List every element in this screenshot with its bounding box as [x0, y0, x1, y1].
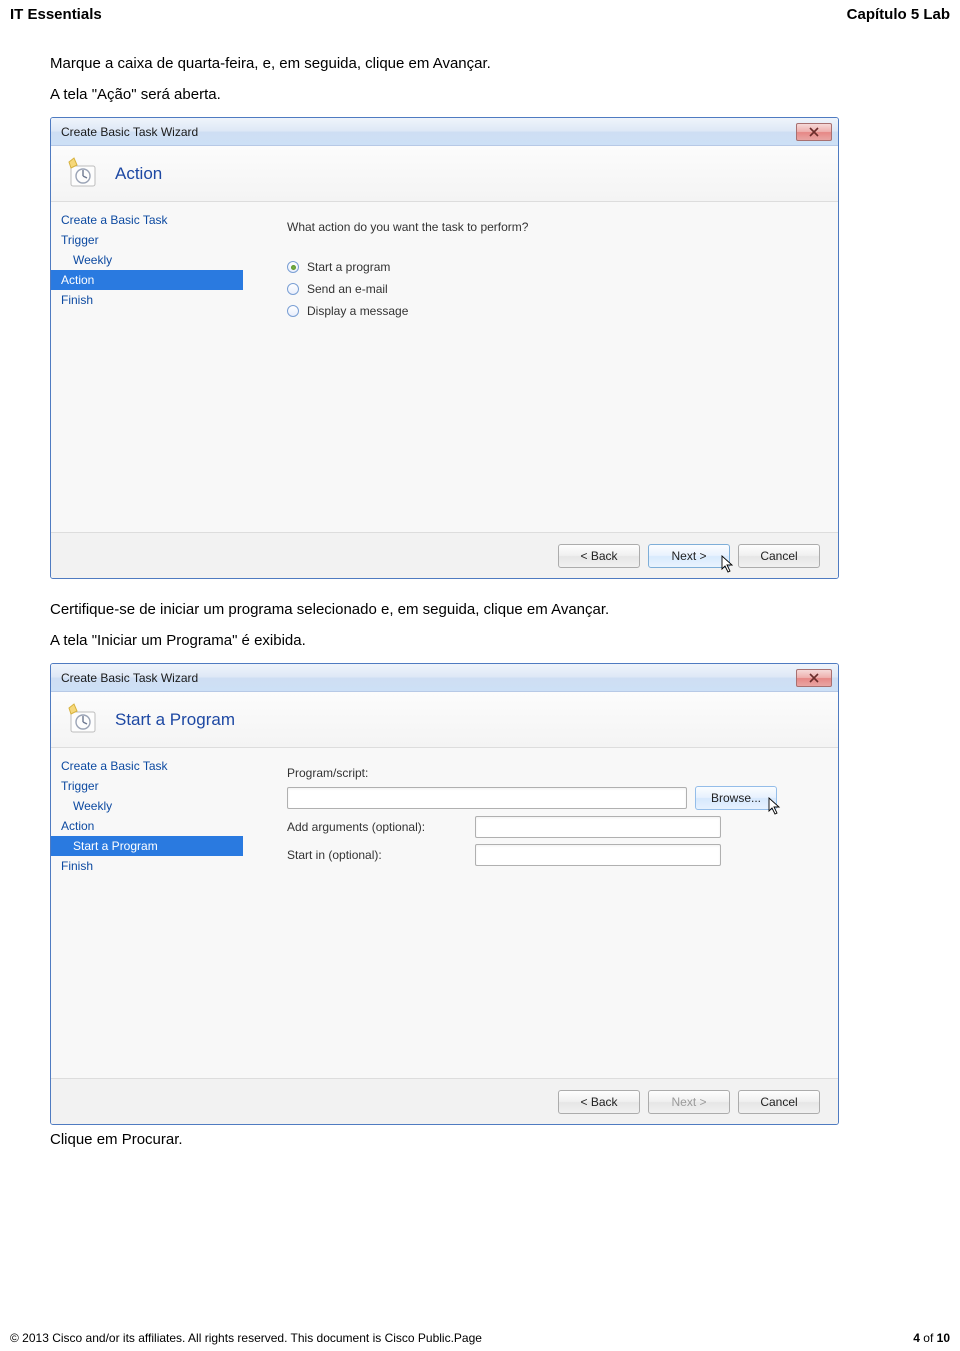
nav-weekly[interactable]: Weekly [51, 250, 243, 270]
wizard-nav: Create a Basic Task Trigger Weekly Actio… [51, 748, 243, 1078]
nav-weekly[interactable]: Weekly [51, 796, 243, 816]
radio-label: Start a program [307, 260, 390, 274]
wizard-button-row: < Back Next > Cancel [51, 532, 838, 578]
instruction-text: Marque a caixa de quarta-feira, e, em se… [50, 55, 910, 72]
nav-create-basic-task[interactable]: Create a Basic Task [51, 756, 243, 776]
wizard-nav: Create a Basic Task Trigger Weekly Actio… [51, 202, 243, 532]
cancel-button[interactable]: Cancel [738, 1090, 820, 1114]
instruction-text: A tela "Iniciar um Programa" é exibida. [50, 632, 910, 649]
wizard-step-title: Start a Program [115, 710, 235, 730]
create-basic-task-wizard-window: Create Basic Task Wizard Start a [50, 663, 839, 1125]
page-of: of [920, 1331, 937, 1345]
cursor-icon [768, 797, 782, 815]
window-title: Create Basic Task Wizard [61, 671, 198, 685]
browse-button-label: Browse... [711, 791, 761, 805]
nav-finish[interactable]: Finish [51, 856, 243, 876]
close-icon [809, 673, 819, 683]
program-script-input[interactable] [287, 787, 687, 809]
radio-icon [287, 261, 299, 273]
instruction-text: Certifique-se de iniciar um programa sel… [50, 601, 910, 618]
footer-copyright: © 2013 Cisco and/or its affiliates. All … [10, 1331, 482, 1345]
page-current: 4 [913, 1331, 920, 1345]
page-total: 10 [937, 1331, 950, 1345]
radio-label: Send an e-mail [307, 282, 388, 296]
window-title: Create Basic Task Wizard [61, 125, 198, 139]
doc-header-right: Capítulo 5 Lab [847, 6, 950, 23]
cursor-icon [721, 555, 735, 573]
radio-start-program-row[interactable]: Start a program [287, 256, 816, 278]
wizard-step-title: Action [115, 164, 162, 184]
back-button[interactable]: < Back [558, 1090, 640, 1114]
window-titlebar[interactable]: Create Basic Task Wizard [51, 118, 838, 146]
close-icon [809, 127, 819, 137]
wizard-header: Start a Program [51, 692, 838, 748]
task-wizard-icon [65, 156, 101, 192]
radio-display-message-row[interactable]: Display a message [287, 300, 816, 322]
add-arguments-label: Add arguments (optional): [287, 820, 467, 834]
nav-trigger[interactable]: Trigger [51, 230, 243, 250]
start-in-input[interactable] [475, 844, 721, 866]
create-basic-task-wizard-window: Create Basic Task Wizard Action [50, 117, 839, 579]
start-in-label: Start in (optional): [287, 848, 467, 862]
browse-button[interactable]: Browse... [695, 786, 777, 810]
nav-create-basic-task[interactable]: Create a Basic Task [51, 210, 243, 230]
next-button[interactable]: Next > [648, 544, 730, 568]
next-button-label: Next > [671, 549, 706, 563]
radio-icon [287, 305, 299, 317]
back-button[interactable]: < Back [558, 544, 640, 568]
radio-label: Display a message [307, 304, 408, 318]
footer-page-number: 4 of 10 [913, 1331, 950, 1345]
radio-icon [287, 283, 299, 295]
nav-trigger[interactable]: Trigger [51, 776, 243, 796]
nav-action[interactable]: Action [51, 270, 243, 290]
radio-send-email-row[interactable]: Send an e-mail [287, 278, 816, 300]
close-button[interactable] [796, 669, 832, 687]
wizard-header: Action [51, 146, 838, 202]
next-button: Next > [648, 1090, 730, 1114]
program-script-label: Program/script: [287, 766, 816, 780]
window-titlebar[interactable]: Create Basic Task Wizard [51, 664, 838, 692]
wizard-button-row: < Back Next > Cancel [51, 1078, 838, 1124]
nav-action[interactable]: Action [51, 816, 243, 836]
nav-finish[interactable]: Finish [51, 290, 243, 310]
nav-start-a-program[interactable]: Start a Program [51, 836, 243, 856]
doc-header-left: IT Essentials [10, 6, 102, 23]
cancel-button[interactable]: Cancel [738, 544, 820, 568]
action-prompt: What action do you want the task to perf… [287, 220, 816, 234]
close-button[interactable] [796, 123, 832, 141]
add-arguments-input[interactable] [475, 816, 721, 838]
instruction-text: Clique em Procurar. [50, 1131, 910, 1148]
task-wizard-icon [65, 702, 101, 738]
instruction-text: A tela "Ação" será aberta. [50, 86, 910, 103]
